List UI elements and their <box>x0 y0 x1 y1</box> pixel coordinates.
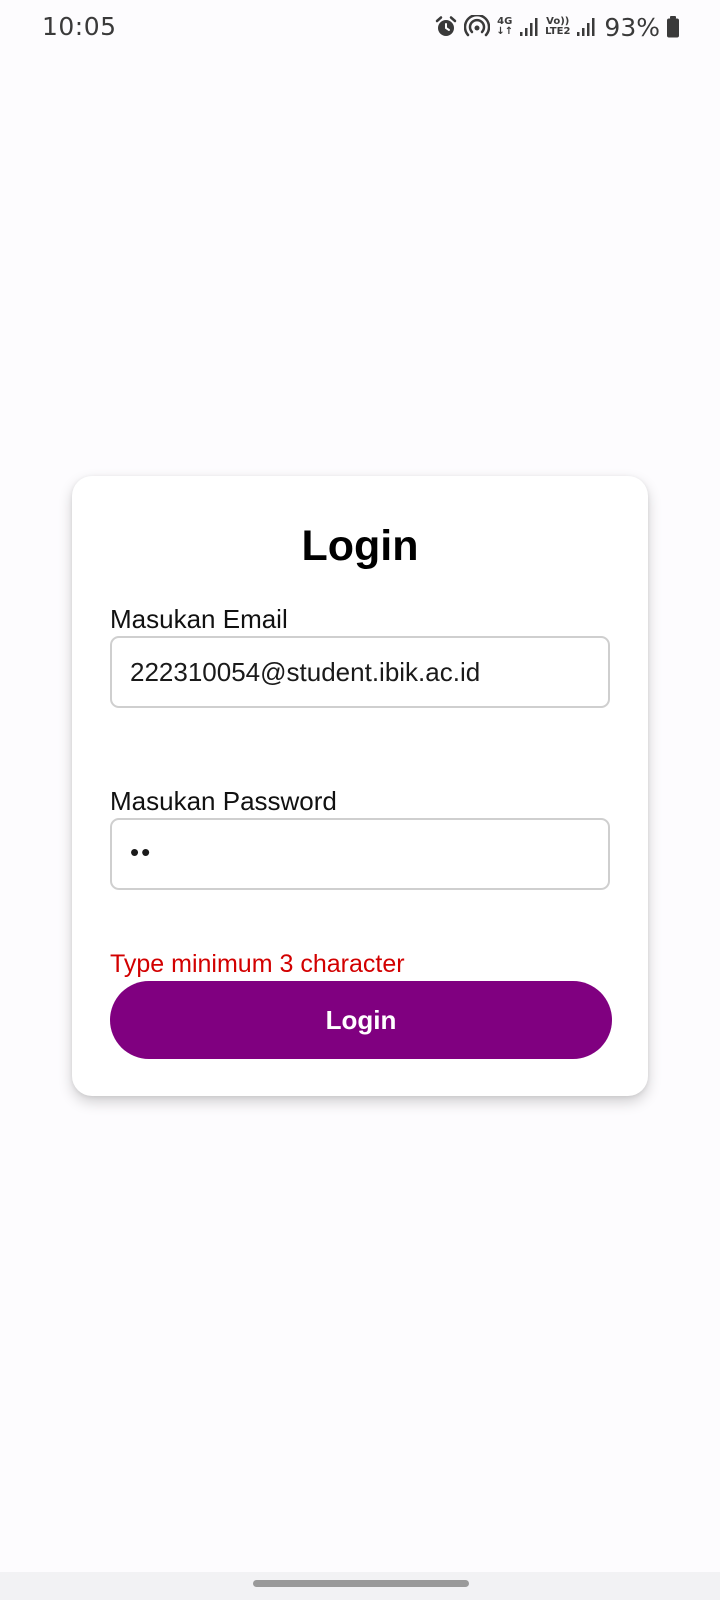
password-error-message: Type minimum 3 character <box>110 950 405 978</box>
battery-icon <box>666 15 680 39</box>
status-bar: 10:05 4G ↓↑ Vo)) LTE2 93% <box>0 0 720 56</box>
battery-percent: 93% <box>604 12 660 42</box>
email-value: 222310054@student.ibik.ac.id <box>130 656 481 687</box>
volte-badge: Vo)) LTE2 <box>545 17 570 37</box>
status-time: 10:05 <box>42 12 117 41</box>
login-button[interactable]: Login <box>110 981 612 1059</box>
password-value: •• <box>130 836 153 867</box>
signal-icon <box>576 16 596 38</box>
login-title: Login <box>301 522 419 570</box>
password-label: Masukan Password <box>110 786 337 816</box>
home-gesture-handle[interactable] <box>253 1580 469 1587</box>
status-icons: 4G ↓↑ Vo)) LTE2 93% <box>434 10 680 44</box>
email-field[interactable]: 222310054@student.ibik.ac.id <box>110 636 610 708</box>
lte-label: LTE2 <box>545 26 571 37</box>
login-button-label: Login <box>325 1004 397 1035</box>
gesture-nav-bar <box>0 1572 720 1600</box>
login-card: Login Masukan Email 222310054@student.ib… <box>72 476 648 1096</box>
alarm-icon <box>434 15 458 39</box>
data-arrows-icon: ↓↑ <box>496 26 514 37</box>
network-4g-badge: 4G ↓↑ <box>496 17 513 37</box>
password-field[interactable]: •• <box>110 818 610 890</box>
hotspot-icon <box>464 15 491 39</box>
signal-icon <box>519 16 539 38</box>
email-label: Masukan Email <box>110 604 288 634</box>
